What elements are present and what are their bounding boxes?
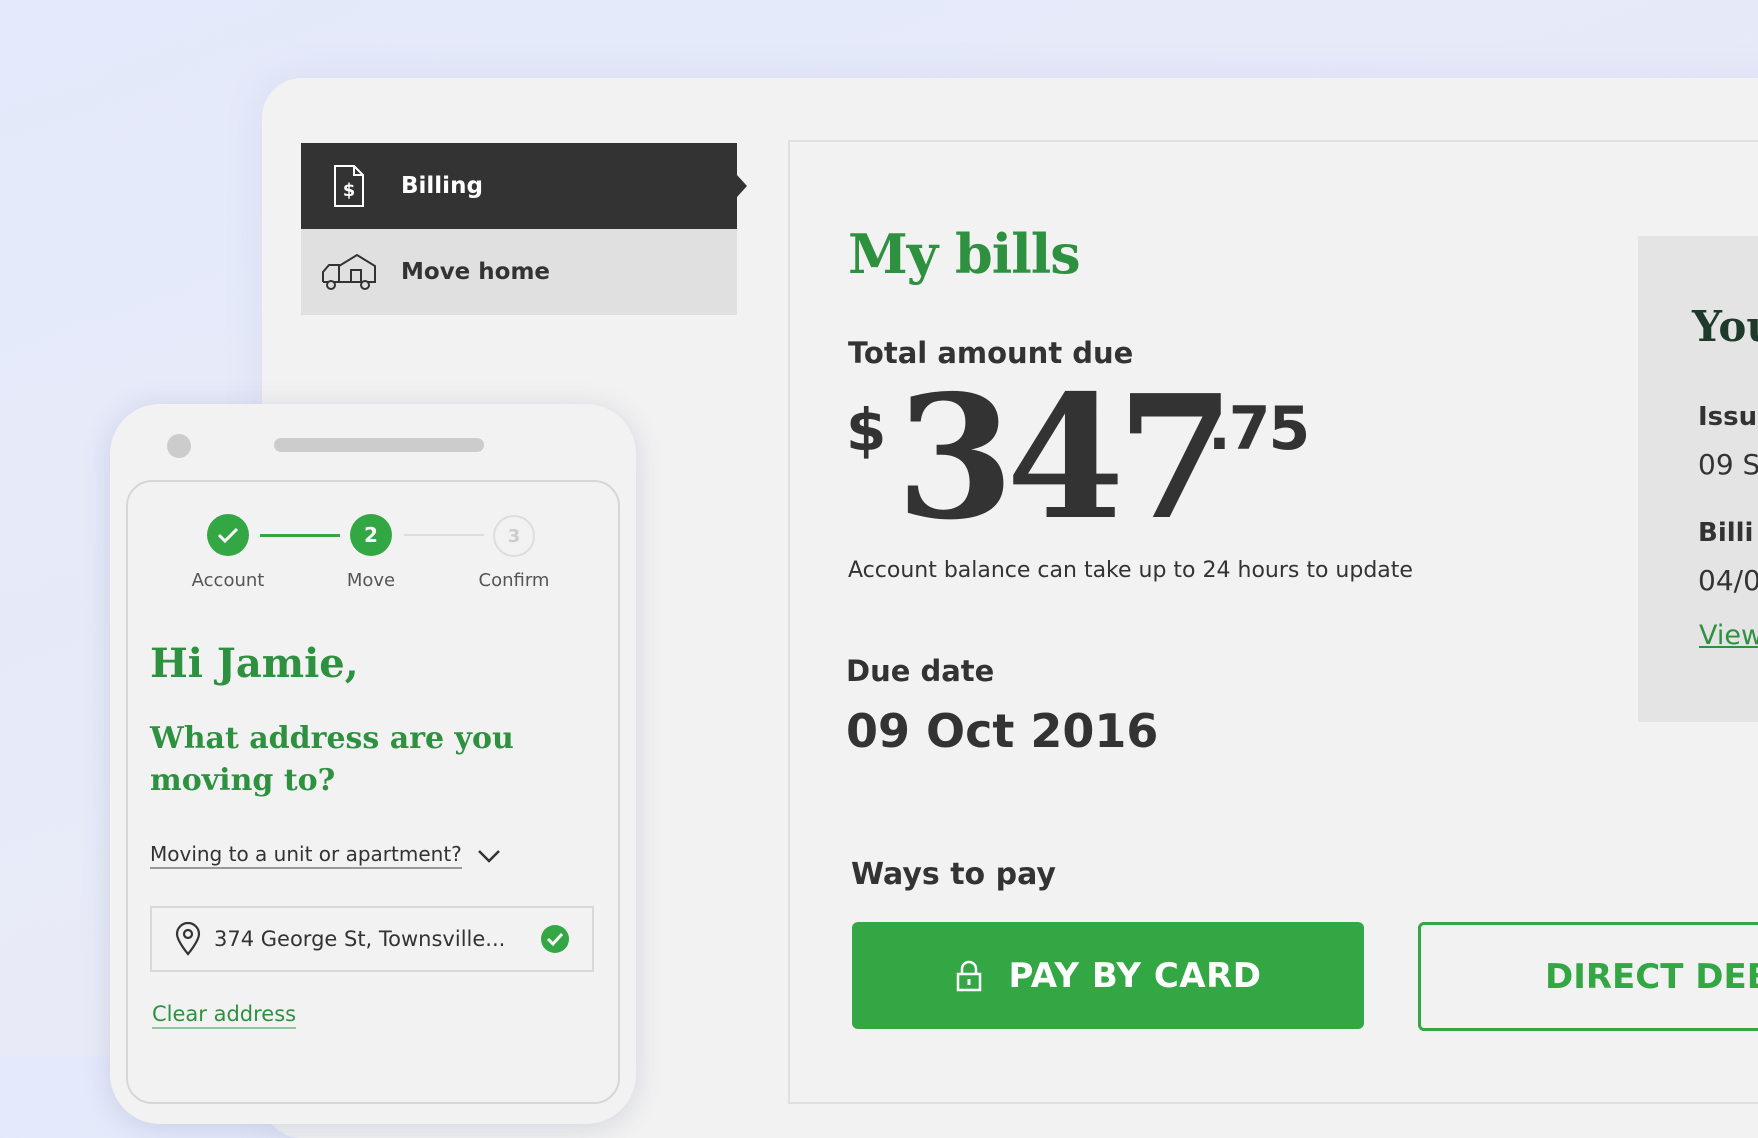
sidebar-nav: $ Billing Move home: [301, 143, 747, 315]
address-input[interactable]: 374 George St, Townsville...: [150, 906, 594, 972]
bill-summary-title: You: [1692, 302, 1758, 351]
address-value: 374 George St, Townsville...: [214, 927, 506, 951]
step-move-indicator: 2: [350, 514, 392, 556]
nav-item-label: Move home: [401, 259, 551, 285]
step-confirm-indicator: 3: [493, 515, 535, 557]
issue-date-value: 09 S: [1698, 448, 1758, 481]
step-label-move: Move: [346, 570, 396, 591]
billing-period-value: 04/0: [1698, 564, 1758, 597]
due-date-value: 09 Oct 2016: [846, 704, 1159, 758]
nav-item-move-home[interactable]: Move home: [301, 229, 737, 315]
clear-address-link[interactable]: Clear address: [152, 1002, 297, 1029]
step-label-confirm: Confirm: [478, 570, 550, 591]
chevron-down-icon: [477, 849, 500, 863]
check-circle-icon: [541, 925, 569, 953]
address-question: What address are you moving to?: [150, 721, 514, 798]
direct-debit-button[interactable]: DIRECT DEB: [1418, 922, 1758, 1031]
location-pin-icon: [175, 922, 201, 956]
lock-icon: [956, 960, 981, 991]
amount-cents: .75: [1208, 394, 1310, 464]
page-title: My bills: [848, 222, 1081, 286]
step-label-account: Account: [191, 570, 265, 591]
nav-item-label: Billing: [401, 173, 483, 199]
moving-truck-icon: [321, 247, 377, 297]
currency-symbol: $: [846, 396, 887, 464]
issue-date-label: Issue: [1698, 402, 1758, 432]
greeting: Hi Jamie,: [150, 640, 359, 687]
pay-by-card-label: PAY BY CARD: [1008, 955, 1262, 996]
phone-speaker: [274, 438, 484, 452]
pay-by-card-button[interactable]: PAY BY CARD: [852, 922, 1364, 1029]
step-connector-upcoming: [404, 534, 484, 536]
billing-period-label: Billi: [1698, 518, 1754, 548]
due-date-label: Due date: [846, 654, 995, 688]
phone-camera: [167, 434, 191, 458]
amount-whole: 347: [896, 358, 1235, 558]
balance-note: Account balance can take up to 24 hours …: [848, 558, 1413, 583]
billing-document-icon: $: [321, 161, 377, 211]
view-bill-link[interactable]: View: [1699, 620, 1758, 651]
unit-toggle-label: Moving to a unit or apartment?: [150, 842, 462, 869]
step-account-check-icon: [207, 514, 249, 556]
svg-text:$: $: [343, 180, 356, 201]
ways-to-pay-label: Ways to pay: [851, 857, 1056, 892]
nav-item-billing[interactable]: $ Billing: [301, 143, 747, 229]
step-connector-done: [260, 534, 340, 537]
unit-apartment-toggle[interactable]: Moving to a unit or apartment?: [150, 842, 502, 869]
direct-debit-label: DIRECT DEB: [1545, 956, 1758, 997]
